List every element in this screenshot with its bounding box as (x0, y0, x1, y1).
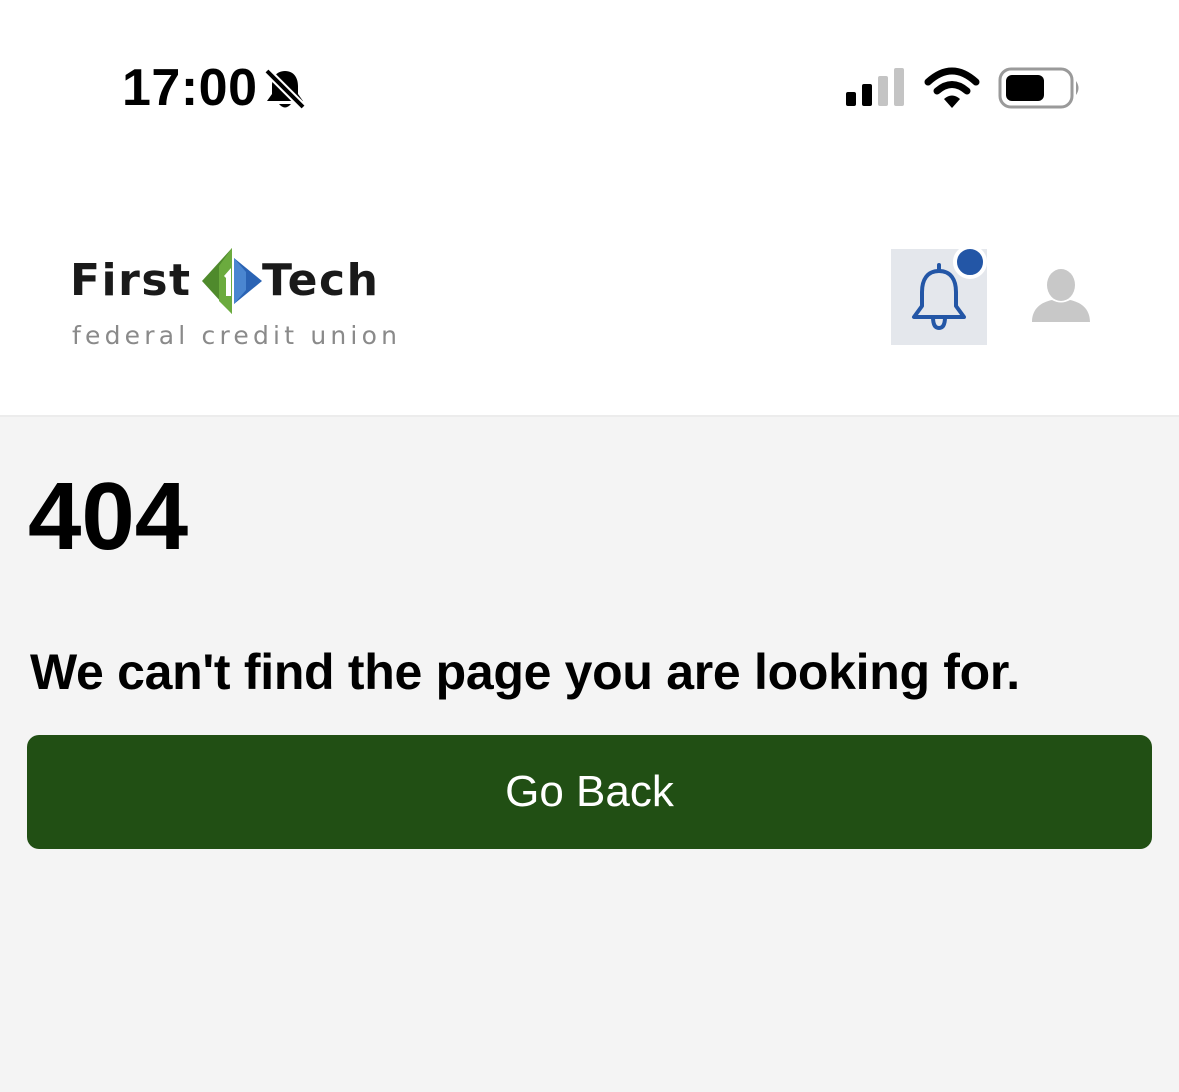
error-message: We can't find the page you are looking f… (30, 644, 1020, 700)
first-tech-logo[interactable]: First Tech federal credit union (70, 246, 397, 356)
status-time: 17:00 (122, 59, 258, 117)
logo-word-tech: Tech (262, 255, 380, 306)
logo-tagline: federal credit union (72, 321, 402, 350)
logo-word-first: First (70, 255, 192, 306)
notification-badge (953, 245, 987, 279)
cellular-signal-icon (845, 68, 907, 111)
user-icon (1032, 269, 1090, 322)
wifi-icon (924, 66, 980, 113)
logo-diamond-icon (202, 248, 262, 314)
go-back-button[interactable]: Go Back (27, 735, 1152, 849)
error-code: 404 (28, 463, 189, 570)
app-header: First Tech federal credit union (0, 180, 1179, 417)
bell-slash-icon (262, 66, 308, 117)
status-bar: 17:00 (0, 0, 1179, 180)
user-avatar[interactable] (1030, 268, 1092, 327)
battery-icon (998, 67, 1082, 114)
